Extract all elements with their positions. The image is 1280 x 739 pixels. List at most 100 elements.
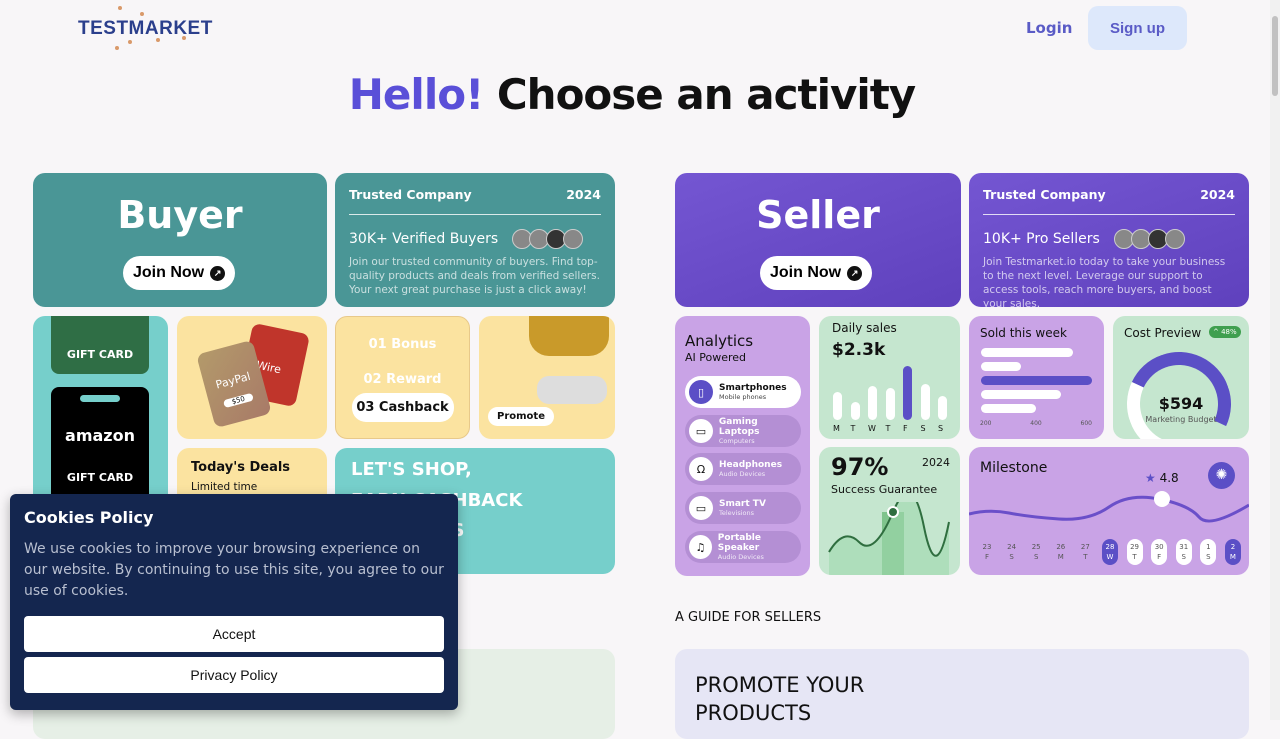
date-number: 29 (1130, 543, 1140, 551)
logo[interactable]: TESTMARKET (78, 6, 213, 50)
sales-bar (885, 388, 895, 420)
buyer-join-button[interactable]: Join Now ↗ (123, 256, 236, 290)
seller-title: Seller (756, 193, 880, 237)
sold-bar (981, 376, 1092, 385)
date-item[interactable]: 23 F (979, 539, 995, 565)
date-weekday: S (1033, 553, 1039, 561)
day-label: T (885, 424, 891, 433)
amazon-gift-card: amazon GIFT CARD (51, 387, 149, 507)
scrollbar[interactable] (1270, 0, 1280, 720)
title-text: Choose an activity (496, 70, 916, 119)
success-card: 97% 2024 Success Guarantee (819, 447, 960, 575)
login-link[interactable]: Login (1026, 19, 1072, 37)
seller-headline: 10K+ Pro Sellers (983, 231, 1100, 247)
promote-card[interactable]: Promote (479, 316, 615, 439)
date-item[interactable]: 27 T (1077, 539, 1093, 565)
music-icon: ♫ (689, 535, 712, 559)
date-number: 1 (1206, 543, 1211, 551)
trusted-label: Trusted Company (983, 187, 1106, 202)
date-weekday: S (1206, 553, 1211, 561)
signup-button[interactable]: Sign up (1088, 6, 1187, 50)
payment-methods-card: Wire PayPal $50 (177, 316, 327, 439)
category-smartphones[interactable]: ▯ Smartphones Mobile phones (685, 376, 801, 408)
category-smart-tv[interactable]: ▭ Smart TV Televisions (685, 492, 801, 524)
join-label: Join Now (133, 264, 205, 281)
date-item[interactable]: 24 S (1004, 539, 1020, 565)
amount-badge: $50 (222, 392, 254, 409)
date-weekday: F (1157, 553, 1162, 561)
sold-title: Sold this week (980, 326, 1067, 340)
sneaker-image (537, 376, 607, 404)
rating-value: 4.8 (1159, 471, 1179, 485)
date-weekday: F (984, 553, 990, 561)
guide-label: A GUIDE FOR SELLERS (675, 610, 822, 625)
date-item[interactable]: 2M (1224, 539, 1241, 565)
star-icon: ★ (1145, 471, 1156, 485)
date-item[interactable]: 31 S (1175, 539, 1192, 565)
tick: 600 (1080, 420, 1092, 427)
page-title: Hello! Choose an activity (0, 70, 1264, 119)
date-item[interactable]: 25 S (1028, 539, 1044, 565)
date-number: 24 (1007, 543, 1017, 551)
shoe-image (529, 316, 609, 356)
starbucks-gift-card: GIFT CARD (51, 316, 149, 374)
paypal-label: PayPal (214, 369, 252, 392)
promo-title: PROMOTE YOUR PRODUCTS (695, 673, 865, 725)
date-number: 2 (1230, 543, 1236, 551)
cost-value: $594 (1158, 394, 1204, 413)
loader-icon[interactable]: ✺ (1208, 462, 1235, 489)
arrow-icon: ↗ (210, 265, 226, 281)
date-item[interactable]: 30 F (1151, 539, 1168, 565)
sales-bar (938, 396, 947, 420)
avatar (563, 229, 584, 249)
reward-label: 02 Reward (363, 372, 442, 387)
sales-bar (868, 386, 877, 420)
tick: 400 (1030, 420, 1042, 427)
date-item[interactable]: 28 W (1101, 539, 1118, 565)
analytics-title: Analytics (685, 332, 754, 350)
date-number: 23 (982, 543, 992, 551)
trusted-label: Trusted Company (349, 187, 472, 202)
seller-trusted-card: Trusted Company 2024 10K+ Pro Sellers Joi… (969, 173, 1249, 307)
sales-bar (903, 366, 912, 420)
hello-text: Hello! (348, 70, 484, 119)
bonus-label: 01 Bonus (368, 337, 437, 352)
date-weekday: W (1106, 553, 1114, 561)
amazon-logo: amazon (65, 426, 135, 445)
category-portable-speaker[interactable]: ♫ Portable Speaker Audio Devices (685, 531, 801, 563)
date-weekday: T (1132, 553, 1137, 561)
trusted-year: 2024 (566, 187, 601, 202)
milestone-curve (969, 491, 1249, 523)
date-weekday: M (1229, 553, 1236, 561)
category-headphones[interactable]: Ω Headphones Audio Devices (685, 453, 801, 485)
success-label: Success Guarantee (831, 483, 938, 496)
day-label: S (920, 424, 926, 433)
avatar (1164, 229, 1185, 249)
tv-icon: ▭ (689, 496, 713, 520)
arrow-icon: ↗ (847, 265, 863, 281)
date-item[interactable]: 26 M (1053, 539, 1069, 565)
day-label: S (938, 424, 944, 433)
promote-button[interactable]: Promote (488, 407, 554, 426)
milestone-title: Milestone (980, 460, 1048, 476)
promote-products-card: PROMOTE YOUR PRODUCTS (675, 649, 1249, 739)
daily-value: $2.3k (832, 340, 886, 360)
sales-bar (850, 402, 860, 420)
cookie-title: Cookies Policy (24, 508, 154, 527)
date-item[interactable]: 29 T (1126, 539, 1143, 565)
date-number: 30 (1154, 543, 1164, 551)
date-item[interactable]: 1S (1200, 539, 1217, 565)
day-label: W (868, 424, 876, 433)
accept-button[interactable]: Accept (24, 616, 444, 652)
seller-join-button[interactable]: Join Now ↗ (760, 256, 873, 290)
date-weekday: M (1057, 553, 1064, 561)
scrollbar-thumb[interactable] (1272, 16, 1278, 96)
day-label: T (850, 424, 856, 433)
buyer-trusted-card: Trusted Company 2024 30K+ Verified Buyers… (335, 173, 615, 307)
privacy-policy-button[interactable]: Privacy Policy (24, 657, 444, 693)
category-gaming-laptops[interactable]: ▭ Gaming Laptops Computers (685, 415, 801, 447)
gift-card-label: GIFT CARD (66, 348, 134, 361)
date-weekday: T (1083, 553, 1088, 561)
seller-card: Seller Join Now ↗ (675, 173, 961, 307)
success-chart (828, 502, 950, 575)
